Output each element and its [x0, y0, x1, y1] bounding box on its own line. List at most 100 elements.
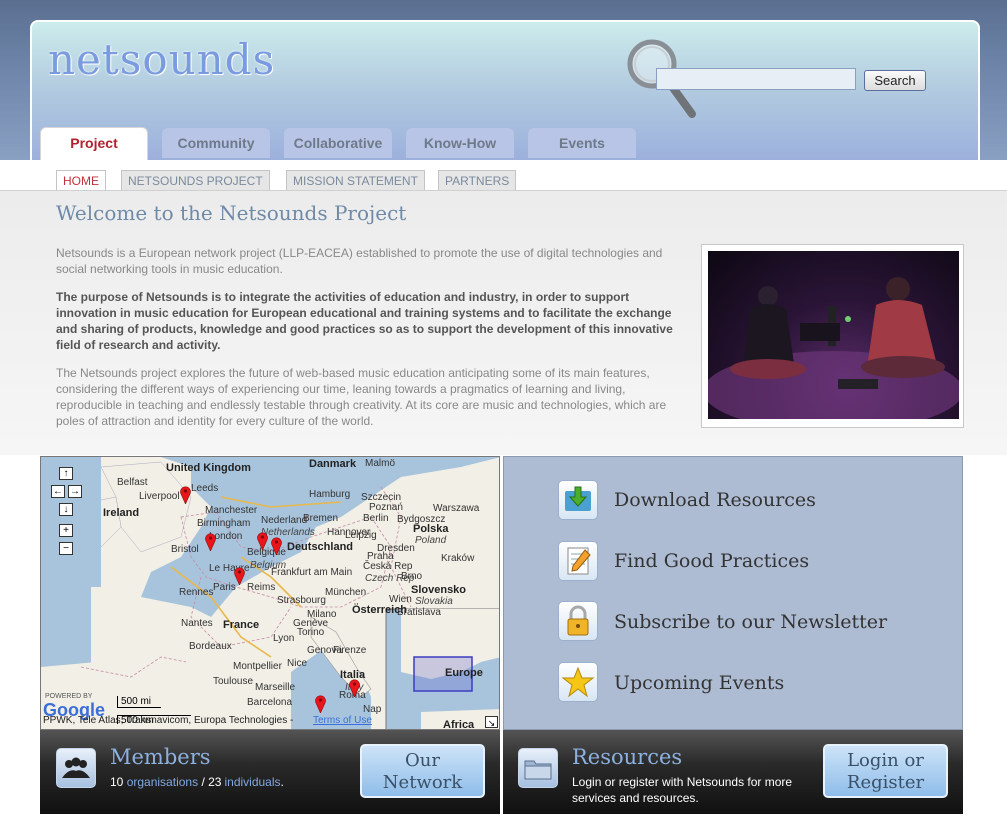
resources-text-line2: services and resources. [572, 791, 699, 805]
organisations-link[interactable]: organisations [127, 775, 198, 789]
folder-icon [518, 748, 558, 788]
subnav-partners[interactable]: PARTNERS [438, 170, 517, 190]
map-pan-up-button[interactable]: ↑ [59, 467, 73, 480]
map-label-ireland: Ireland [103, 507, 140, 519]
map-city-manchester: Manchester [205, 505, 258, 516]
resources-title[interactable]: Resources [572, 745, 682, 769]
map-city-hamburg: Hamburg [309, 489, 351, 500]
our-network-button[interactable]: Our Network [360, 744, 485, 798]
map-marker[interactable] [205, 533, 216, 551]
explore-paragraph: The Netsounds project explores the futur… [56, 366, 667, 428]
partners-map[interactable]: United Kingdom Ireland France Deutschlan… [40, 456, 500, 730]
map-city-malmo: Malmö [365, 458, 396, 469]
tab-know-how[interactable]: Know-How [406, 128, 514, 158]
members-title[interactable]: Members [110, 745, 211, 769]
subscribe-newsletter-link[interactable]: Subscribe to our Newsletter [614, 611, 887, 633]
organisations-count: 10 [110, 775, 124, 789]
map-city-birmingham: Birmingham [197, 518, 251, 529]
page-title: Welcome to the Netsounds Project [56, 201, 407, 225]
map-label-uk: United Kingdom [166, 462, 251, 474]
map-pan-down-button[interactable]: ↓ [59, 503, 73, 516]
map-city-bratislava: Bratislava [397, 607, 441, 618]
map-city-poznan: Poznań [369, 502, 403, 513]
login-register-line1: Login or [847, 750, 924, 771]
tab-community[interactable]: Community [162, 128, 270, 158]
map-city-strasbourg: Strasbourg [277, 595, 326, 606]
map-city-rennes: Rennes [179, 587, 214, 598]
members-icon [56, 748, 96, 788]
upcoming-events-link[interactable]: Upcoming Events [614, 672, 784, 694]
padlock-icon[interactable] [558, 601, 598, 641]
map-city-brno: Brno [401, 571, 423, 582]
find-good-practices-link[interactable]: Find Good Practices [614, 550, 809, 572]
map-attribution: PPWK, Tele Atlas, Transnavicom, Europa T… [43, 715, 294, 726]
map-city-bordeaux: Bordeaux [189, 641, 232, 652]
map-scale-miles: 500 mi [117, 696, 161, 708]
download-icon[interactable] [558, 480, 598, 520]
map-city-milano: Milano [307, 609, 337, 620]
stats-period: . [280, 775, 284, 789]
map-terms-link[interactable]: Terms of Use [313, 715, 372, 726]
map-city-barcelona: Barcelona [247, 697, 293, 708]
map-pan-left-button[interactable]: ← [51, 485, 65, 498]
map-marker[interactable] [349, 679, 360, 697]
map-city-krakow: Kraków [441, 553, 475, 564]
individuals-link[interactable]: individuals [224, 775, 280, 789]
login-register-button[interactable]: Login or Register [823, 744, 948, 798]
tab-events[interactable]: Events [528, 128, 636, 158]
map-city-munchen: München [325, 587, 367, 598]
subnav-netsounds-project[interactable]: NETSOUNDS PROJECT [121, 170, 270, 190]
map-city-belfast: Belfast [117, 477, 148, 488]
download-resources-link[interactable]: Download Resources [614, 489, 816, 511]
tab-collaborative[interactable]: Collaborative [284, 128, 392, 158]
map-city-genova: Genova [307, 645, 343, 656]
notepad-pencil-icon[interactable] [558, 541, 598, 581]
our-network-line1: Our [405, 750, 440, 771]
map-city-berlin: Berlin [363, 513, 389, 524]
star-icon[interactable] [558, 662, 598, 702]
map-city-wien: Wien [389, 594, 412, 605]
search-button[interactable]: Search [864, 70, 926, 91]
map-zoom-in-button[interactable]: + [59, 524, 73, 537]
performance-photo [708, 251, 959, 419]
resources-description: Login or register with Netsounds for mor… [572, 774, 792, 806]
map-city-warszawa: Warszawa [433, 503, 480, 514]
map-marker[interactable] [234, 567, 245, 585]
map-city-liverpool: Liverpool [139, 491, 180, 502]
subnav-mission-statement[interactable]: MISSION STATEMENT [286, 170, 425, 190]
map-label-europe: Europe [445, 667, 483, 679]
tab-project[interactable]: Project [40, 127, 148, 160]
map-city-paris: Paris [213, 582, 236, 593]
map-label-slovakia: Slovakia [415, 596, 453, 607]
map-marker[interactable] [257, 532, 268, 550]
map-city-nice: Nice [287, 658, 308, 669]
overview-toggle-button[interactable]: ↘ [485, 716, 498, 728]
map-city-bristol: Bristol [171, 544, 199, 555]
subnav-home[interactable]: HOME [56, 170, 106, 190]
map-city-bremen: Bremen [303, 513, 339, 524]
map-city-napoli: Nap [363, 704, 382, 715]
powered-by-label: POWERED BY [45, 693, 93, 700]
search-input[interactable] [656, 68, 856, 90]
map-city-praha: Praha [367, 551, 394, 562]
map-label-france: France [223, 619, 260, 631]
map-marker[interactable] [271, 537, 282, 555]
map-city-toulouse: Toulouse [213, 676, 254, 687]
map-city-bydgoszcz: Bydgoszcz [397, 514, 446, 525]
map-label-poland: Poland [415, 535, 447, 546]
map-label-deutschland: Deutschland [287, 541, 354, 553]
netsounds-logo[interactable]: netsounds [48, 35, 275, 84]
map-city-leeds: Leeds [191, 483, 219, 494]
login-register-line2: Register [846, 772, 925, 793]
map-city-nantes: Nantes [181, 618, 213, 629]
map-zoom-out-button[interactable]: − [59, 542, 73, 555]
map-label-nederland: Nederland [261, 515, 308, 526]
map-pan-right-button[interactable]: → [68, 485, 82, 498]
map-city-leipzig: Leipzig [345, 530, 377, 541]
members-stats: 10 organisations / 23 individuals. [110, 774, 284, 790]
map-marker[interactable] [315, 695, 326, 713]
map-city-lyon: Lyon [273, 633, 295, 644]
map-marker[interactable] [180, 486, 191, 504]
resources-text-line1: Login or register with Netsounds for mor… [572, 775, 793, 789]
map-label-netherlands: Netherlands [261, 527, 315, 538]
